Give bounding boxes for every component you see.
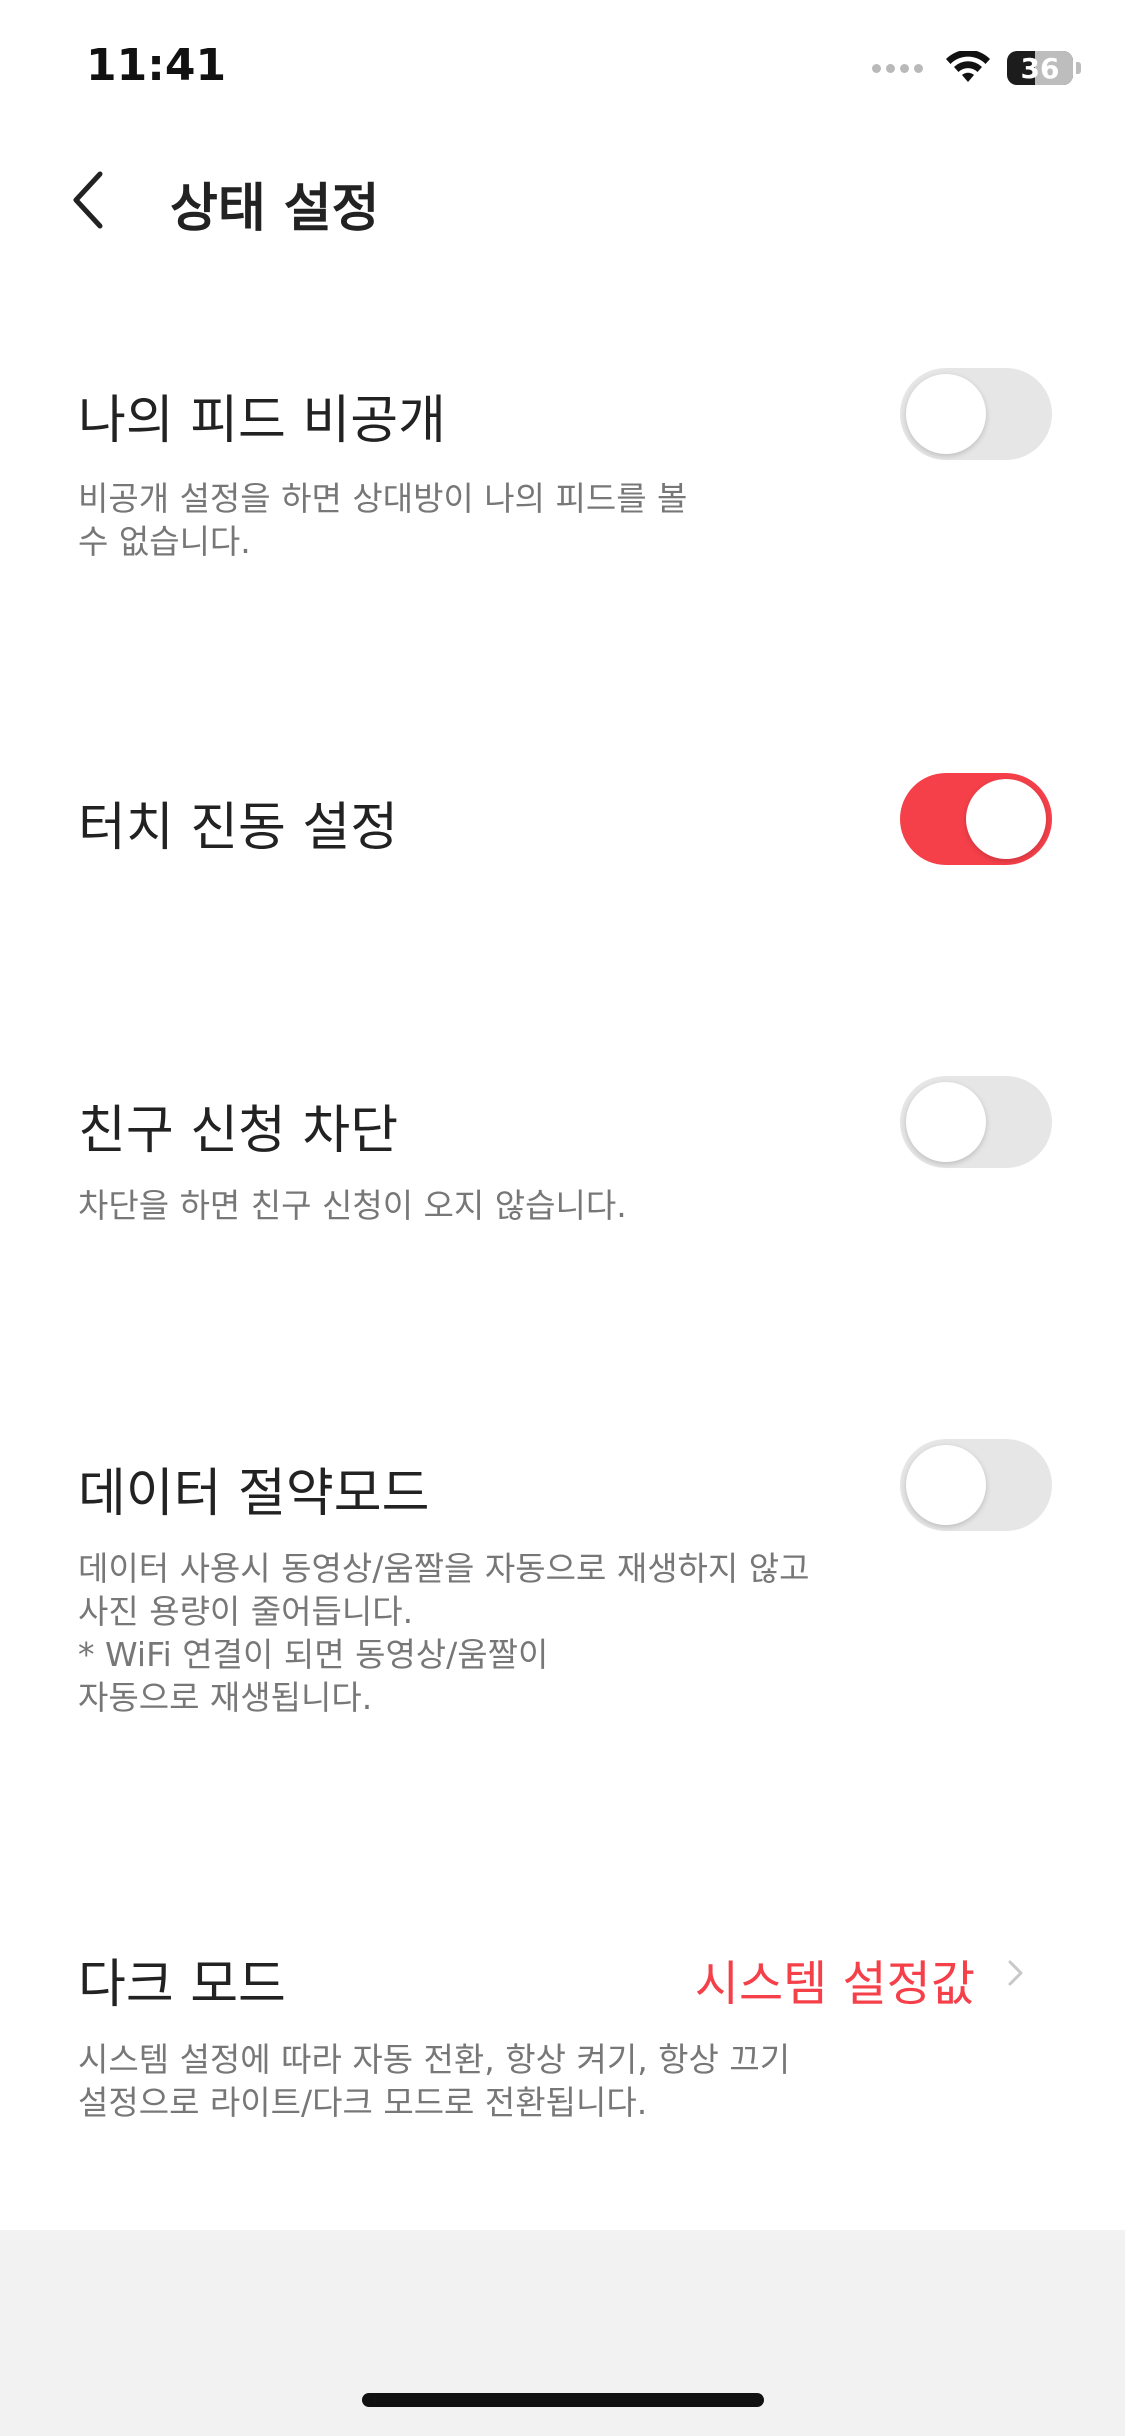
data-saver-toggle[interactable] — [900, 1439, 1052, 1531]
setting-touch-vibration: 터치 진동 설정 — [0, 773, 1125, 873]
header: 상태 설정 — [0, 150, 1125, 250]
home-indicator[interactable] — [362, 2393, 764, 2407]
setting-title: 친구 신청 차단 — [78, 1101, 399, 1161]
status-bar: 11:41 36 — [0, 0, 1125, 132]
description-line: 자동으로 재생됩니다. — [78, 1678, 373, 1717]
setting-description: 데이터 사용시 동영상/움짤을 자동으로 재생하지 않고 사진 용량이 줄어듭니… — [78, 1547, 810, 1719]
setting-dark-mode[interactable]: 다크 모드 시스템 설정값 시스템 설정에 따라 자동 전환, 항상 켜기, 항… — [0, 1942, 1125, 2132]
toggle-knob — [966, 779, 1046, 859]
battery-icon: 36 — [1007, 51, 1073, 85]
description-line: 데이터 사용시 동영상/움짤을 자동으로 재생하지 않고 — [78, 1549, 810, 1588]
wifi-icon — [946, 51, 990, 82]
toggle-knob — [906, 1445, 986, 1525]
description-line: 수 없습니다. — [78, 522, 251, 561]
toggle-knob — [906, 374, 986, 454]
setting-title: 다크 모드 — [78, 1955, 286, 2015]
page-title: 상태 설정 — [170, 179, 380, 239]
description-line: 시스템 설정에 따라 자동 전환, 항상 켜기, 항상 끄기 — [78, 2040, 791, 2079]
battery-level: 36 — [1020, 51, 1060, 85]
setting-description: 비공개 설정을 하면 상대방이 나의 피드를 볼 수 없습니다. — [78, 477, 687, 563]
setting-title: 터치 진동 설정 — [78, 798, 399, 858]
toggle-knob — [906, 1082, 986, 1162]
back-button[interactable] — [52, 164, 124, 236]
battery-tip — [1076, 62, 1081, 74]
setting-title: 데이터 절약모드 — [78, 1464, 430, 1524]
status-icons: 36 — [872, 46, 1081, 90]
signal-icon — [872, 63, 923, 73]
description-line: 비공개 설정을 하면 상대방이 나의 피드를 볼 — [78, 479, 688, 518]
chevron-right-icon — [1008, 1960, 1023, 1986]
settings-screen: 11:41 36 상태 설정 나의 피드 비공개 비공개 설정을 하면 상대방이… — [0, 0, 1125, 2436]
dark-mode-value[interactable]: 시스템 설정값 — [695, 1944, 975, 2014]
setting-private-feed: 나의 피드 비공개 비공개 설정을 하면 상대방이 나의 피드를 볼 수 없습니… — [0, 368, 1125, 568]
private-feed-toggle[interactable] — [900, 368, 1052, 460]
status-time: 11:41 — [86, 40, 227, 91]
setting-description: 시스템 설정에 따라 자동 전환, 항상 켜기, 항상 끄기 설정으로 라이트/… — [78, 2038, 790, 2124]
setting-data-saver: 데이터 절약모드 데이터 사용시 동영상/움짤을 자동으로 재생하지 않고 사진… — [0, 1439, 1125, 1719]
setting-block-friend-request: 친구 신청 차단 차단을 하면 친구 신청이 오지 않습니다. — [0, 1076, 1125, 1236]
description-line: * WiFi 연결이 되면 동영상/움짤이 — [78, 1635, 549, 1674]
description-line: 사진 용량이 줄어듭니다. — [78, 1592, 414, 1631]
chevron-left-icon — [73, 171, 103, 229]
touch-vibration-toggle[interactable] — [900, 773, 1052, 865]
description-line: 차단을 하면 친구 신청이 오지 않습니다. — [78, 1186, 627, 1225]
description-line: 설정으로 라이트/다크 모드로 전환됩니다. — [78, 2083, 648, 2122]
block-friend-request-toggle[interactable] — [900, 1076, 1052, 1168]
setting-title: 나의 피드 비공개 — [78, 391, 446, 451]
setting-description: 차단을 하면 친구 신청이 오지 않습니다. — [78, 1184, 627, 1227]
